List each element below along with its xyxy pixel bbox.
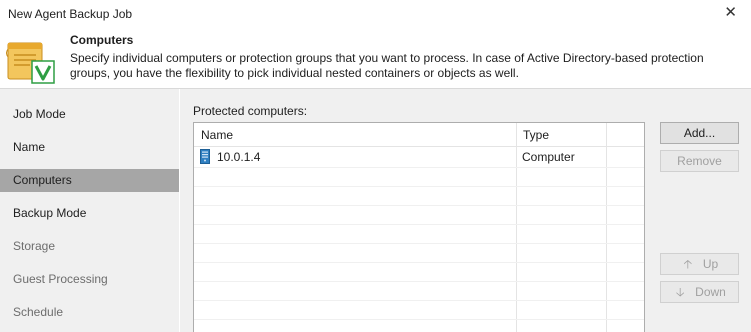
header-description: Specify individual computers or protecti… [70,51,704,80]
row-name-cell: 10.0.1.4 [217,150,261,164]
wizard-content: Protected computers: Name Type 10.0.1.4 … [180,89,751,332]
backup-job-logo-icon [6,35,58,87]
protected-computers-table[interactable]: Name Type 10.0.1.4 Computer [193,122,645,332]
row-gridline [194,243,644,244]
row-gridline [194,300,644,301]
sidebar-item-job-mode[interactable]: Job Mode [0,103,179,126]
arrow-down-icon: 🡣 [675,285,685,299]
table-row[interactable]: 10.0.1.4 Computer [194,147,575,167]
sidebar-item-computers[interactable]: Computers [0,169,179,192]
remove-button[interactable]: Remove [660,150,739,172]
move-up-button[interactable]: 🡡 Up [660,253,739,275]
sidebar-item-storage: Storage [13,239,56,253]
sidebar-item-name[interactable]: Name [0,136,179,159]
column-header-name[interactable]: Name [201,128,233,142]
row-gridline [194,281,644,282]
row-gridline [194,224,644,225]
row-gridline [194,167,644,168]
column-header-type[interactable]: Type [523,128,549,142]
window-title: New Agent Backup Job [8,7,133,21]
wizard-header: Computers Specify individual computers o… [0,30,751,87]
sidebar-item-guest-processing: Guest Processing [13,272,108,286]
row-gridline [194,319,644,320]
sidebar-item-backup-mode[interactable]: Backup Mode [0,202,179,225]
wizard-steps-sidebar: Job Mode Name Computers Backup Mode Stor… [0,89,179,332]
row-gridline [194,262,644,263]
sidebar-item-schedule: Schedule [13,305,64,319]
header-title: Computers [70,33,134,47]
server-icon [200,149,210,164]
add-button[interactable]: Add... [660,122,739,144]
move-up-label: Up [702,257,719,271]
window-titlebar: New Agent Backup Job ✕ [0,0,751,30]
move-down-button[interactable]: 🡣 Down [660,281,739,303]
row-gridline [194,205,644,206]
arrow-up-icon: 🡡 [683,257,693,271]
protected-computers-label: Protected computers: [193,104,308,118]
close-icon[interactable]: ✕ [724,3,737,21]
row-type-cell: Computer [522,150,575,164]
row-gridline [194,186,644,187]
move-down-label: Down [695,285,726,299]
table-header: Name Type [194,123,644,147]
